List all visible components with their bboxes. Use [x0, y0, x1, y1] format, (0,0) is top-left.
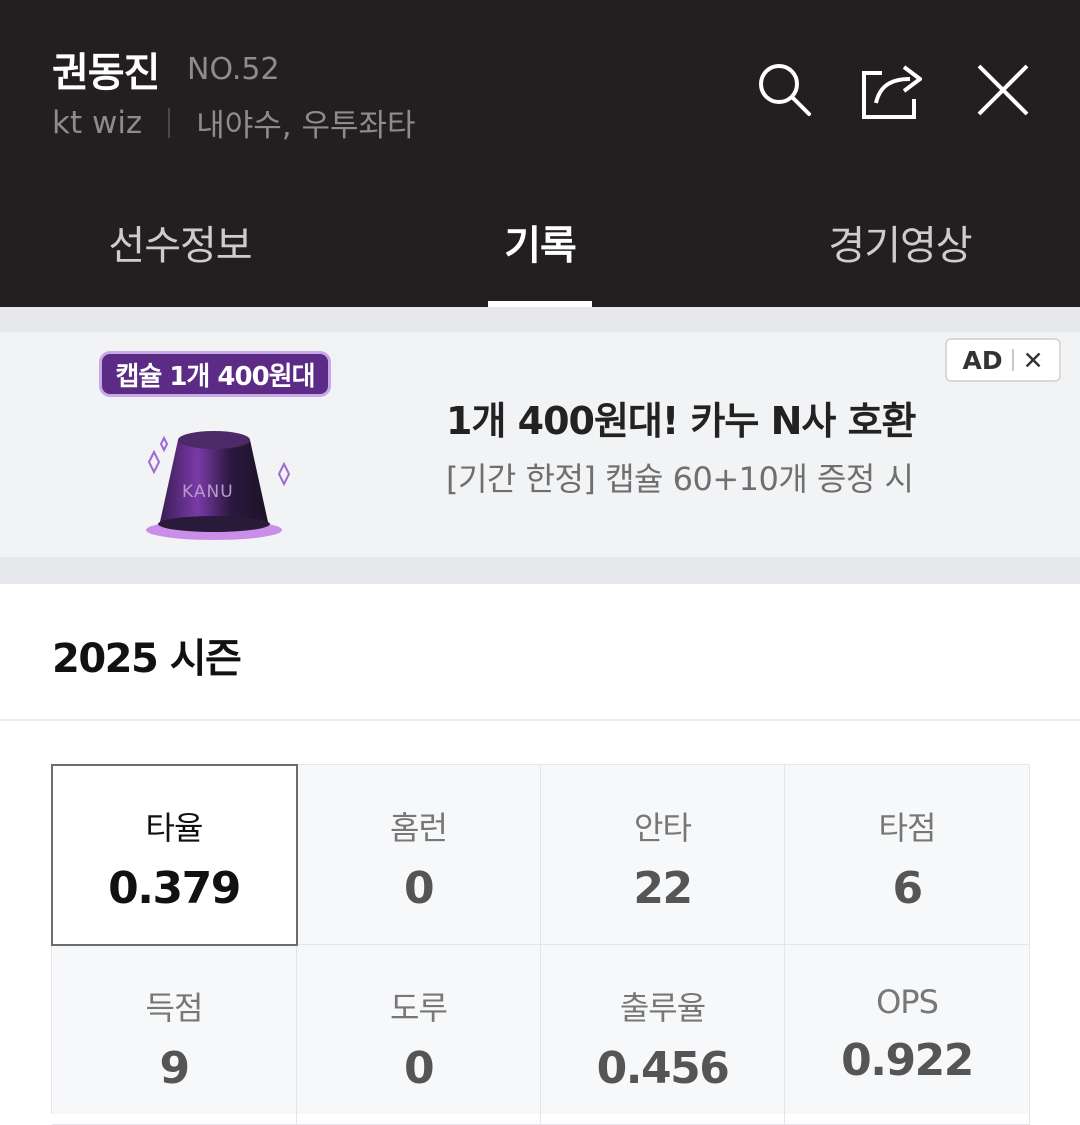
- player-name: 권동진: [52, 50, 160, 96]
- season-stats-grid: 타율 0.379 홈런 0 안타 22 타점 6 득점 9 도루 0 출루율 0…: [51, 764, 1030, 1125]
- stat-label: 출루율: [619, 989, 706, 1027]
- stat-label: 홈런: [390, 809, 448, 847]
- stat-on-base-percentage[interactable]: 출루율 0.456: [541, 945, 785, 1125]
- ad-close-icon[interactable]: ✕: [1023, 346, 1044, 375]
- share-button[interactable]: [858, 55, 928, 125]
- team-name: kt wiz: [52, 104, 143, 141]
- stat-home-runs[interactable]: 홈런 0: [297, 765, 541, 945]
- stat-runs[interactable]: 득점 9: [52, 945, 297, 1125]
- player-number: NO.52: [187, 52, 280, 87]
- player-header: 권동진 NO.52 kt wiz 내야수, 우투좌타: [0, 0, 1080, 180]
- tab-records[interactable]: 기록: [360, 180, 720, 307]
- team-divider: [168, 107, 171, 138]
- stat-stolen-bases[interactable]: 도루 0: [297, 945, 541, 1125]
- ad-subtitle: [기간 한정] 캡슐 60+10개 증정 시: [446, 460, 914, 498]
- ad-title: 1개 400원대! 카누 N사 호환: [446, 399, 916, 443]
- player-tabs: 선수정보 기록 경기영상: [0, 180, 1080, 307]
- ad-promo-badge: 캡슐 1개 400원대: [102, 354, 328, 394]
- stat-value: 0.922: [841, 1035, 974, 1086]
- season-title: 2025 시즌: [52, 636, 242, 682]
- season-divider: [0, 719, 1080, 721]
- ad-label: AD: [962, 345, 1003, 375]
- stat-value: 0.379: [108, 863, 241, 914]
- stat-label: 득점: [145, 989, 204, 1027]
- player-positions: 내야수, 우투좌타: [196, 108, 416, 144]
- stat-value: 22: [633, 863, 693, 914]
- stat-batting-average[interactable]: 타율 0.379: [51, 764, 298, 946]
- coffee-capsule-image: [146, 431, 291, 540]
- team-info: kt wiz 내야수, 우투좌타: [52, 100, 416, 145]
- tab-player-info[interactable]: 선수정보: [0, 180, 360, 307]
- stat-label: 타율: [145, 809, 204, 847]
- stat-value: 6: [892, 863, 923, 914]
- ad-section: 캡슐 1개 400원대 KANU 1개 400원대! 카누 N사 호환 [기간 …: [0, 307, 1080, 584]
- stat-hits[interactable]: 안타 22: [541, 765, 785, 945]
- stat-label: OPS: [876, 983, 939, 1021]
- stat-label: 안타: [634, 809, 692, 847]
- tab-game-videos[interactable]: 경기영상: [720, 180, 1080, 307]
- ad-tag-divider: [1011, 349, 1014, 371]
- stat-value: 9: [159, 1043, 190, 1094]
- ad-info-close-button[interactable]: AD ✕: [945, 338, 1061, 382]
- close-button[interactable]: [968, 55, 1038, 125]
- stat-rbi[interactable]: 타점 6: [785, 765, 1030, 945]
- search-button[interactable]: [750, 55, 820, 125]
- stat-label: 타점: [878, 809, 937, 847]
- ad-banner[interactable]: 캡슐 1개 400원대 KANU 1개 400원대! 카누 N사 호환 [기간 …: [0, 332, 1080, 557]
- stat-label: 도루: [390, 989, 448, 1027]
- close-icon: [977, 64, 1029, 116]
- stat-value: 0: [403, 863, 435, 914]
- stat-value: 0.456: [596, 1043, 730, 1094]
- search-icon: [759, 64, 811, 116]
- ad-brand-text: KANU: [182, 482, 234, 502]
- stat-value: 0: [403, 1043, 435, 1094]
- share-icon: [862, 65, 922, 119]
- stat-ops[interactable]: OPS 0.922: [785, 945, 1030, 1125]
